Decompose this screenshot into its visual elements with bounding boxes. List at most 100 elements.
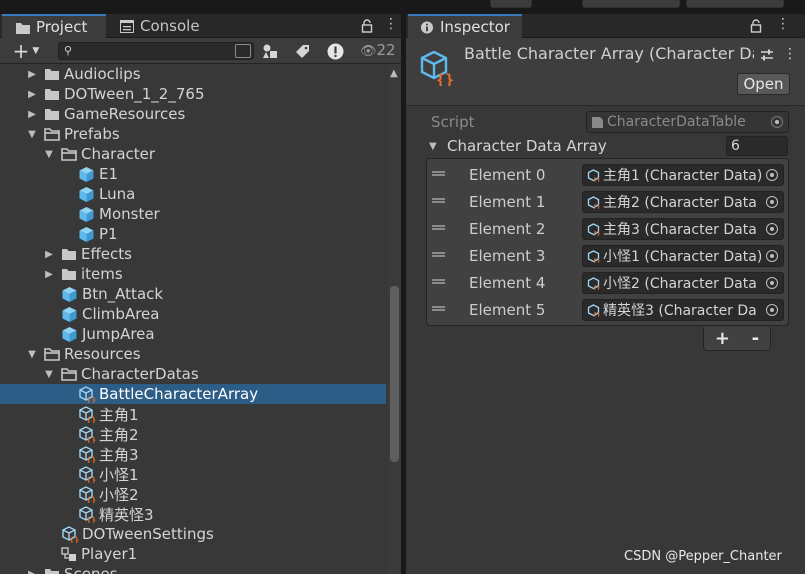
tree-item[interactable]: ▶ GameResources: [0, 104, 386, 124]
svg-text:{}: {}: [593, 258, 600, 263]
element-object-field[interactable]: {} 主角3 (Character Data: [582, 218, 784, 240]
tree-item[interactable]: P1: [0, 224, 386, 244]
layout-dropdown[interactable]: [686, 0, 784, 8]
tree-item[interactable]: ClimbArea: [0, 304, 386, 324]
open-button[interactable]: Open: [737, 73, 790, 95]
tree-item[interactable]: {} 小怪1: [0, 464, 386, 484]
add-element-button[interactable]: +: [715, 328, 730, 349]
project-scrollbar[interactable]: ▲: [388, 64, 401, 574]
svg-text:{}: {}: [87, 396, 97, 404]
tree-item[interactable]: Luna: [0, 184, 386, 204]
foldout-arrow-right-icon[interactable]: ▶: [26, 109, 38, 120]
drag-handle-icon[interactable]: [432, 252, 445, 257]
drag-handle-icon[interactable]: [432, 279, 445, 284]
folder-icon: [16, 22, 30, 34]
foldout-arrow-down-icon[interactable]: ▼: [26, 349, 38, 360]
inspector-tabbar: Inspector ⋮: [406, 14, 805, 38]
tree-item[interactable]: E1: [0, 164, 386, 184]
toolbar-button[interactable]: [490, 0, 532, 8]
tree-item-label: P1: [99, 225, 118, 243]
object-picker-icon[interactable]: [761, 273, 783, 293]
tree-item[interactable]: JumpArea: [0, 324, 386, 344]
drag-handle-icon[interactable]: [432, 306, 445, 311]
scriptable-object-icon: {}: [587, 303, 600, 317]
kebab-menu-icon[interactable]: ⋮: [783, 46, 797, 62]
search-input[interactable]: ⚲: [58, 42, 254, 60]
object-picker-icon[interactable]: [761, 300, 783, 320]
filter-by-label-button[interactable]: [290, 38, 314, 64]
remove-element-button[interactable]: -: [752, 328, 759, 349]
array-foldout-row[interactable]: ▼ Character Data Array 6: [406, 135, 805, 157]
show-warnings-button[interactable]: [322, 38, 348, 64]
foldout-arrow-down-icon[interactable]: ▼: [429, 141, 437, 152]
tab-console[interactable]: Console: [106, 14, 216, 38]
tree-item-label: Audioclips: [64, 65, 141, 83]
lock-icon[interactable]: [361, 19, 373, 33]
tree-item[interactable]: Monster: [0, 204, 386, 224]
tree-item-label: Scenes: [64, 565, 118, 574]
element-object-field[interactable]: {} 小怪2 (Character Data: [582, 272, 784, 294]
tree-item[interactable]: Btn_Attack: [0, 284, 386, 304]
tree-item[interactable]: ▼ Prefabs: [0, 124, 386, 144]
tree-item-label: ClimbArea: [82, 305, 160, 323]
tree-item[interactable]: {} 主角1: [0, 404, 386, 424]
drag-handle-icon[interactable]: [432, 171, 445, 176]
foldout-arrow-right-icon[interactable]: ▶: [43, 249, 55, 260]
tree-item[interactable]: ▶ DOTween_1_2_765: [0, 84, 386, 104]
tree-item[interactable]: {} 主角3: [0, 444, 386, 464]
foldout-arrow-down-icon[interactable]: ▼: [43, 369, 55, 380]
tree-item-label: 主角1: [99, 405, 139, 424]
element-object-field[interactable]: {} 主角1 (Character Data): [582, 164, 784, 186]
create-button[interactable]: + ▼: [8, 38, 44, 64]
foldout-arrow-right-icon[interactable]: ▶: [26, 69, 38, 80]
script-field: CharacterDataTable: [586, 111, 789, 133]
tree-item[interactable]: ▼ Character: [0, 144, 386, 164]
foldout-arrow-right-icon[interactable]: ▶: [43, 269, 55, 280]
tree-item[interactable]: ▶ Effects: [0, 244, 386, 264]
element-object-field[interactable]: {} 小怪1 (Character Data): [582, 245, 784, 267]
element-label: Element 5: [469, 301, 546, 319]
tree-item[interactable]: ▼ CharacterDatas: [0, 364, 386, 384]
tab-project[interactable]: Project: [2, 14, 106, 38]
tree-item[interactable]: ▶ Scenes: [0, 564, 386, 574]
foldout-arrow-down-icon[interactable]: ▼: [43, 149, 55, 160]
tree-item[interactable]: {} 精英怪3: [0, 504, 386, 524]
prefab-cube-icon: [79, 206, 94, 222]
object-picker-icon[interactable]: [761, 246, 783, 266]
tree-item[interactable]: ▶ Audioclips: [0, 64, 386, 84]
drag-handle-icon[interactable]: [432, 225, 445, 230]
array-element-row: Element 5 {} 精英怪3 (Character Da: [427, 297, 790, 324]
tab-console-label: Console: [140, 17, 200, 35]
scriptable-object-icon: {}: [79, 486, 96, 503]
tree-item[interactable]: {} 主角2: [0, 424, 386, 444]
tree-item[interactable]: {} DOTweenSettings: [0, 524, 386, 544]
presets-icon[interactable]: [760, 48, 774, 62]
object-picker-icon[interactable]: [761, 192, 783, 212]
tree-item[interactable]: {} 小怪2: [0, 484, 386, 504]
foldout-arrow-down-icon[interactable]: ▼: [26, 129, 38, 140]
scrollbar-thumb[interactable]: [390, 286, 399, 462]
array-size-field[interactable]: 6: [726, 136, 788, 156]
tab-inspector[interactable]: Inspector: [408, 14, 522, 38]
search-by-type-icon[interactable]: [235, 44, 251, 58]
drag-handle-icon[interactable]: [432, 198, 445, 203]
prefab-cube-icon: [62, 286, 77, 302]
foldout-arrow-right-icon[interactable]: ▶: [26, 569, 38, 574]
object-picker-icon[interactable]: [761, 165, 783, 185]
svg-text:{}: {}: [593, 204, 600, 209]
element-object-field[interactable]: {} 精英怪3 (Character Da: [582, 299, 784, 321]
tree-item[interactable]: Player1: [0, 544, 386, 564]
object-picker-icon[interactable]: [761, 219, 783, 239]
hidden-count[interactable]: 👁22: [360, 41, 396, 59]
scroll-up-arrow-icon[interactable]: ▲: [390, 68, 398, 79]
tree-item[interactable]: ▶ items: [0, 264, 386, 284]
lock-icon[interactable]: [750, 19, 762, 33]
layers-dropdown[interactable]: [582, 0, 680, 8]
tree-item[interactable]: {} BattleCharacterArray: [0, 384, 386, 404]
kebab-menu-icon[interactable]: ⋮: [384, 16, 398, 32]
foldout-arrow-right-icon[interactable]: ▶: [26, 89, 38, 100]
filter-by-type-button[interactable]: [258, 38, 282, 64]
element-object-field[interactable]: {} 主角2 (Character Data: [582, 191, 784, 213]
kebab-menu-icon[interactable]: ⋮: [776, 16, 790, 32]
tree-item[interactable]: ▼ Resources: [0, 344, 386, 364]
